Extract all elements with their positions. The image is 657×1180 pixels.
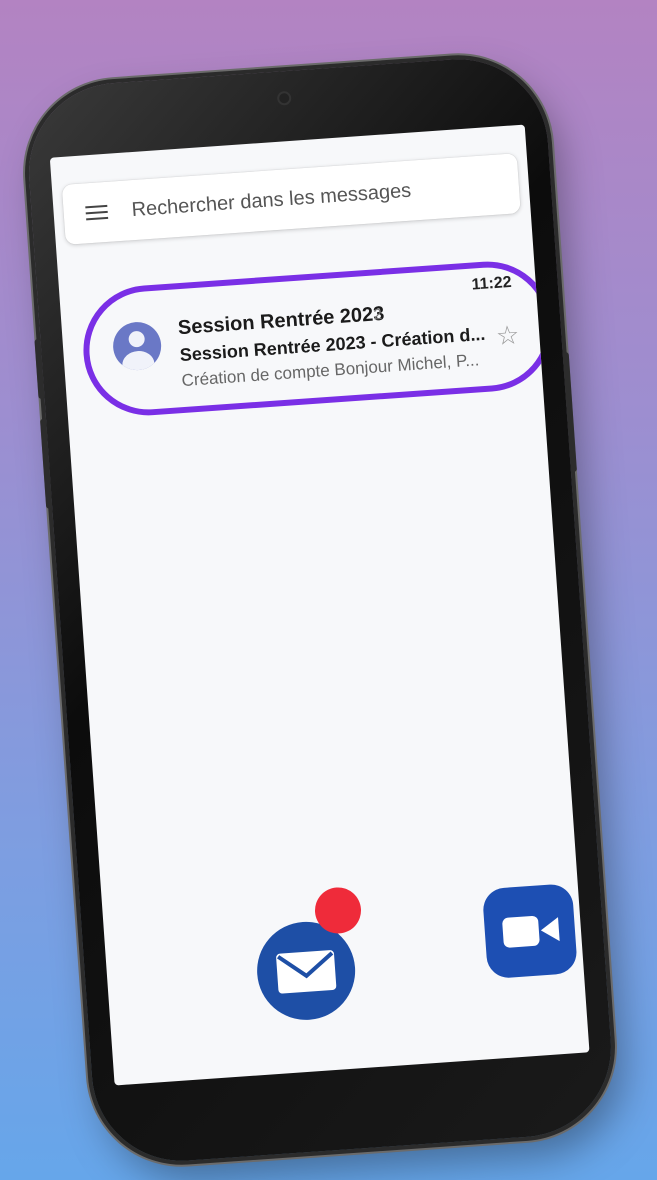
- menu-icon[interactable]: [85, 204, 109, 221]
- camera-lens-icon: [540, 917, 560, 943]
- list-item[interactable]: Session Rentrée 2023 2 11:22 Session Ren…: [79, 257, 558, 420]
- camera-icon: [501, 915, 540, 948]
- background: Rechercher dans les messages Session Ren…: [0, 0, 657, 1180]
- envelope-icon: [275, 949, 337, 994]
- search-bar[interactable]: Rechercher dans les messages: [61, 153, 521, 245]
- video-app-icon[interactable]: [481, 883, 578, 980]
- mail-app-icon[interactable]: [253, 918, 359, 1024]
- thread-count: 2: [372, 305, 383, 324]
- screen: Rechercher dans les messages Session Ren…: [49, 124, 590, 1086]
- star-icon[interactable]: ☆: [495, 319, 520, 352]
- phone: Rechercher dans les messages Session Ren…: [22, 53, 618, 1167]
- mail-time: 11:22: [471, 273, 513, 294]
- search-input[interactable]: Rechercher dans les messages: [131, 179, 412, 221]
